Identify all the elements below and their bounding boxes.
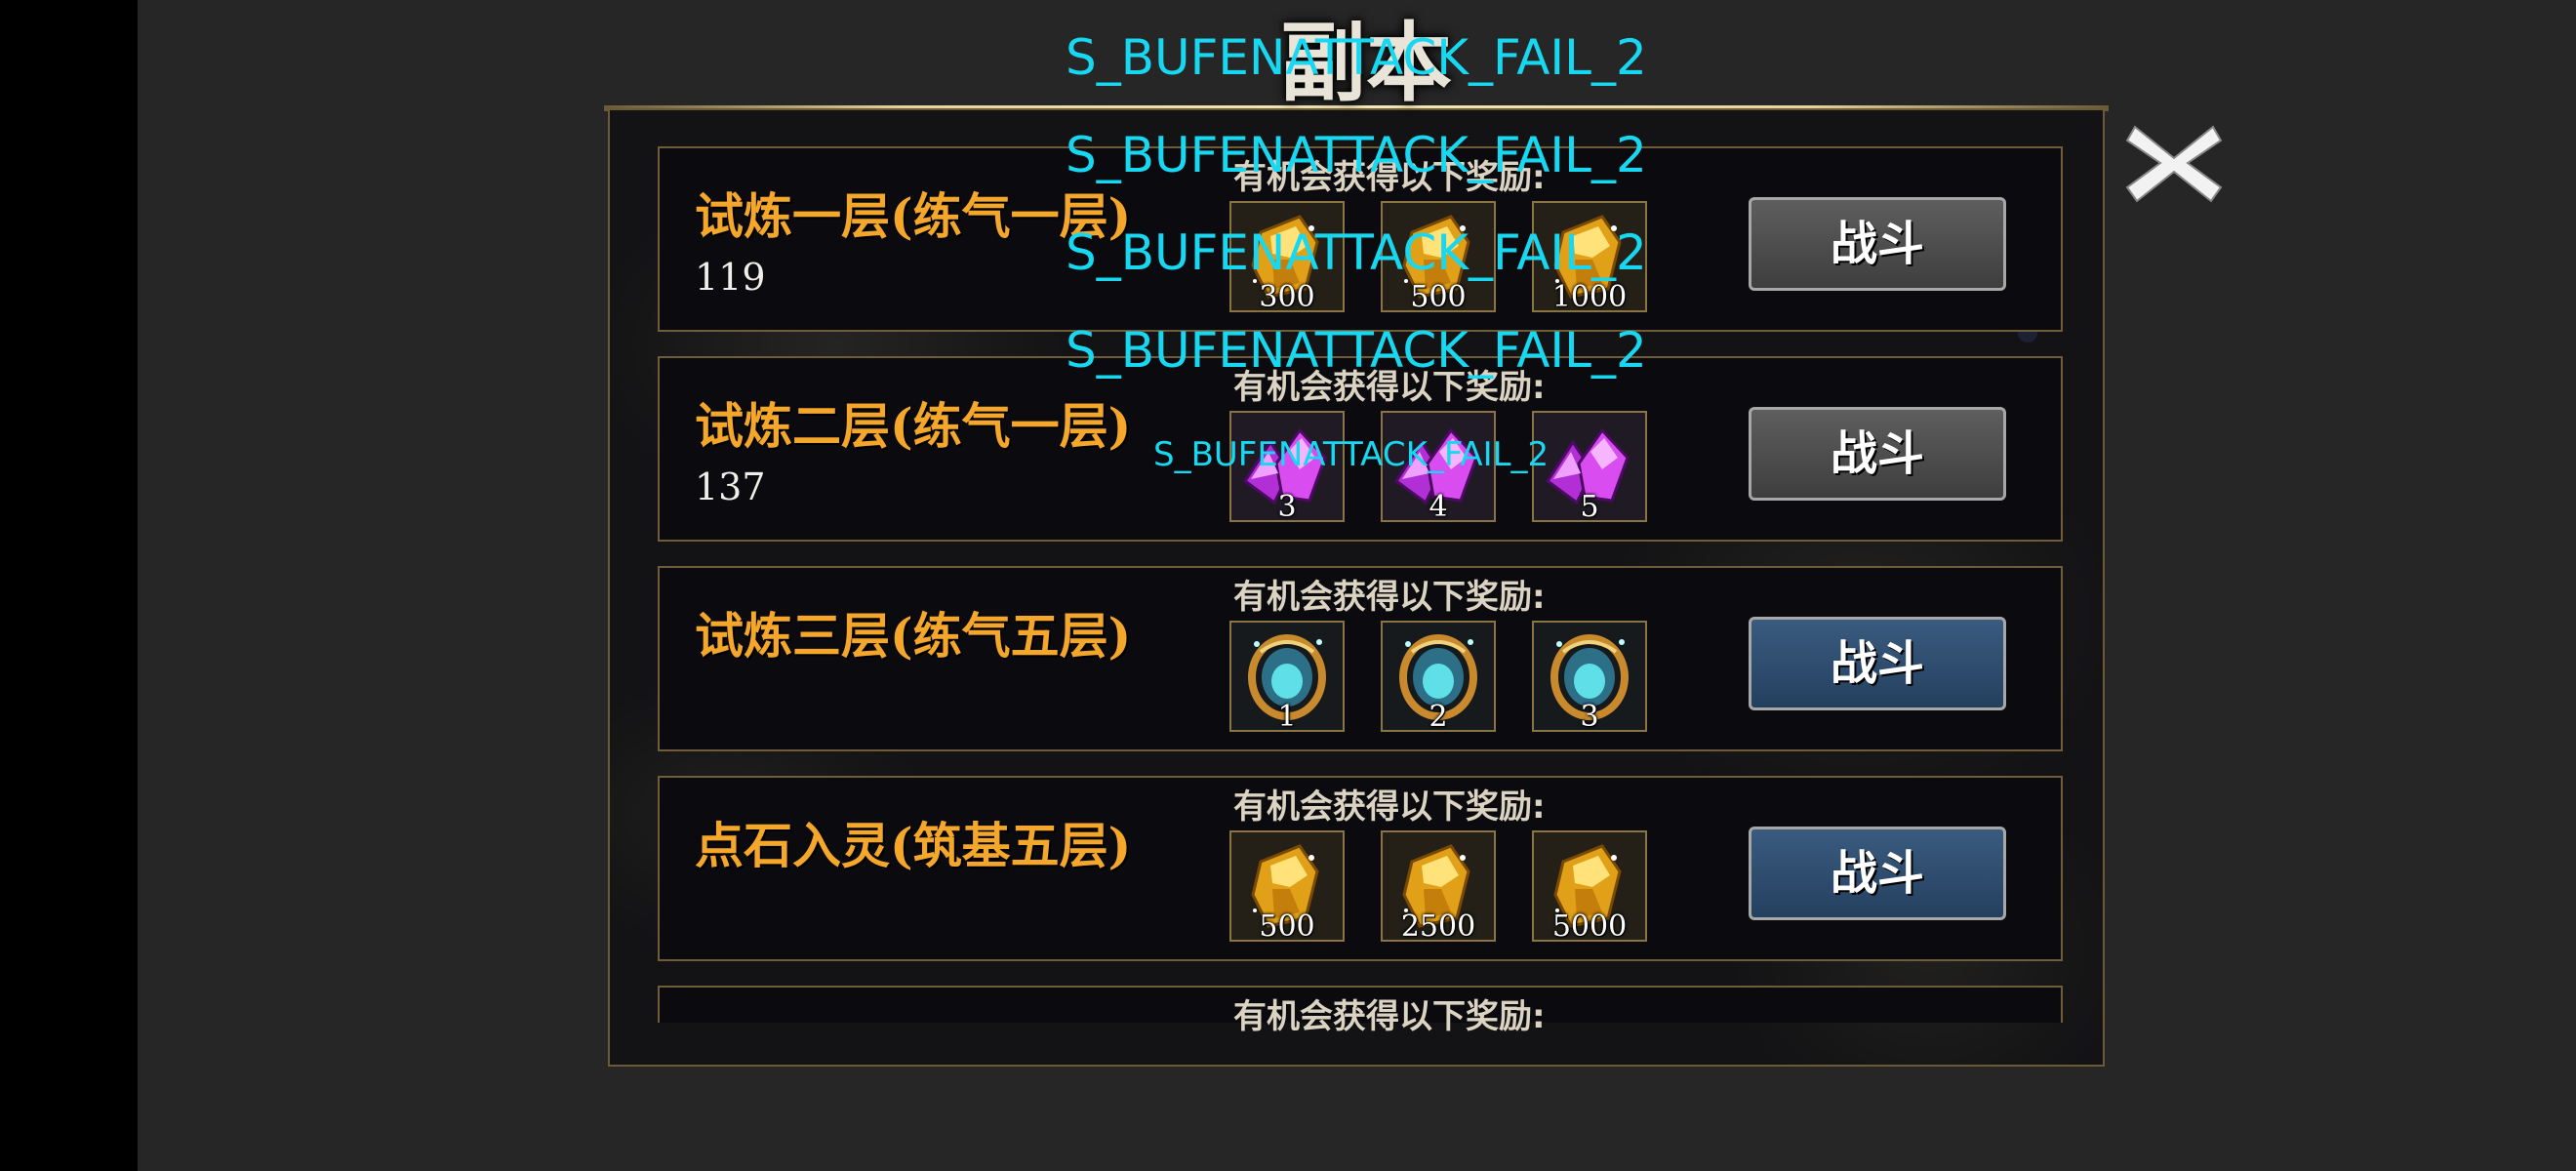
gold-crystal-icon[interactable]: 5000 xyxy=(1532,830,1647,942)
purple-crystal-icon[interactable]: 5 xyxy=(1532,411,1647,522)
stage-row-partial: 有机会获得以下奖励: xyxy=(658,986,2063,1036)
fight-button[interactable]: 战斗 xyxy=(1749,407,2006,501)
gold-crystal-icon[interactable]: 2500 xyxy=(1381,830,1496,942)
fight-button[interactable]: 战斗 xyxy=(1749,617,2006,710)
stage-title: 试炼二层(练气一层) xyxy=(695,397,1132,455)
gold-crystal-icon[interactable]: 500 xyxy=(1229,830,1345,942)
debug-message: S_BUFENATTACK_FAIL_2 xyxy=(1066,224,1647,281)
fight-button[interactable]: 战斗 xyxy=(1749,827,2006,920)
reward-label: 有机会获得以下奖励: xyxy=(1233,578,1546,617)
debug-message: S_BUFENATTACK_FAIL_2 xyxy=(1066,29,1647,86)
left-black-bar xyxy=(0,0,138,1171)
stage-title: 试炼三层(练气五层) xyxy=(695,607,1132,665)
stage-row: 试炼三层(练气五层) 有机会获得以下奖励: 1 2 3 战斗 xyxy=(658,566,2063,751)
debug-message: S_BUFENATTACK_FAIL_2 xyxy=(1153,435,1550,474)
stage-sub-value: 137 xyxy=(695,465,766,508)
stage-title: 点石入灵(筑基五层) xyxy=(695,817,1132,874)
jade-ring-icon[interactable]: 3 xyxy=(1532,621,1647,732)
stage-sub-value: 119 xyxy=(695,256,766,299)
debug-message: S_BUFENATTACK_FAIL_2 xyxy=(1066,322,1647,379)
close-x-icon[interactable] xyxy=(2125,119,2223,207)
reward-label: 有机会获得以下奖励: xyxy=(1233,997,1546,1036)
fight-button[interactable]: 战斗 xyxy=(1749,197,2006,291)
debug-message: S_BUFENATTACK_FAIL_2 xyxy=(1066,127,1647,183)
jade-ring-icon[interactable]: 1 xyxy=(1229,621,1345,732)
stage-row: 点石入灵(筑基五层) 有机会获得以下奖励: 500 2500 5000 战斗 xyxy=(658,776,2063,961)
jade-ring-icon[interactable]: 2 xyxy=(1381,621,1496,732)
reward-label: 有机会获得以下奖励: xyxy=(1233,787,1546,827)
